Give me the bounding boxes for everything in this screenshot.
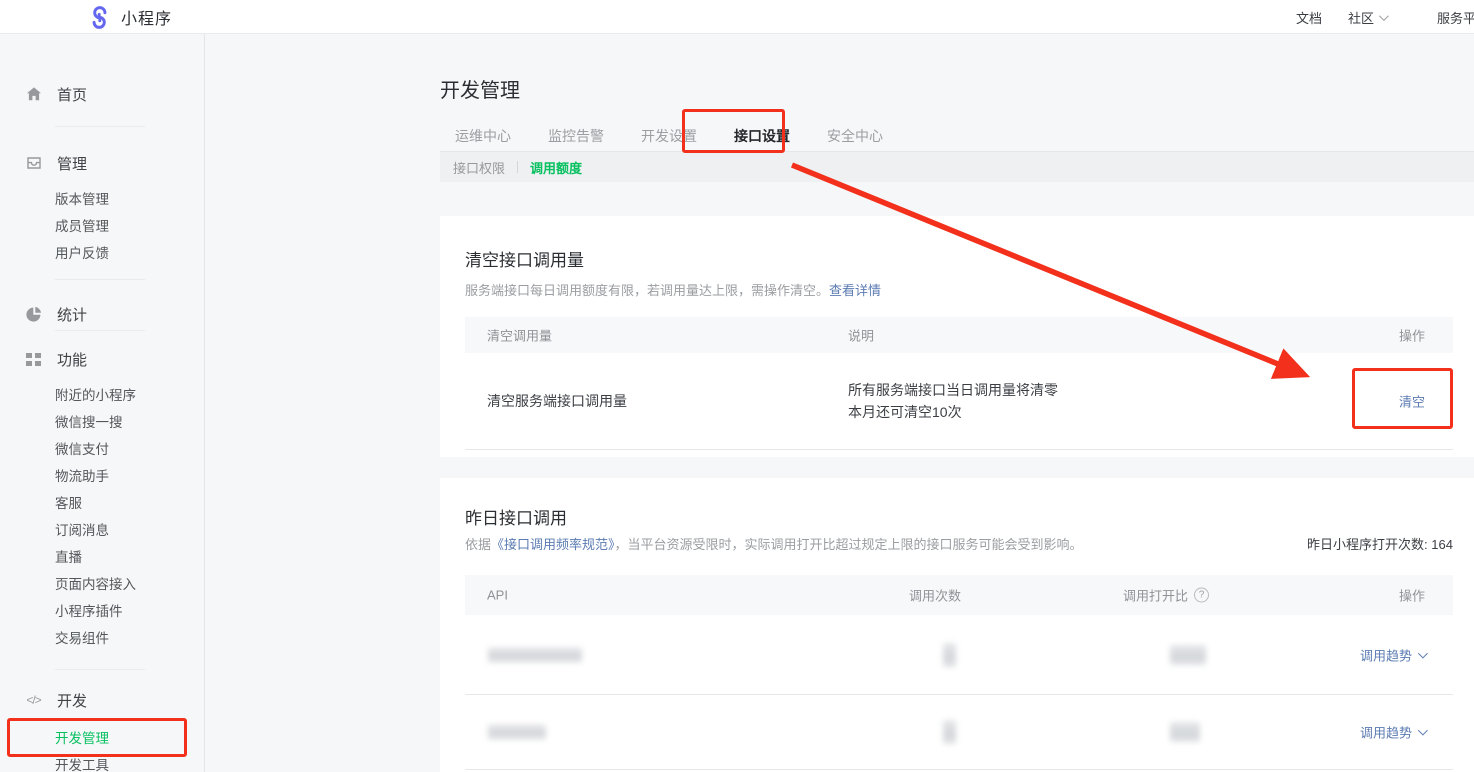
page-title: 开发管理 <box>440 74 520 103</box>
code-icon: </> <box>25 692 42 709</box>
sidebar-item-service[interactable]: 客服 <box>55 497 204 511</box>
subtab-bar: 接口权限 调用额度 <box>440 152 1474 182</box>
tab-api-settings[interactable]: 接口设置 <box>734 126 790 146</box>
sidebar: 首页 管理 版本管理 成员管理 用户反馈 <box>0 34 205 772</box>
sidebar-item-members[interactable]: 成员管理 <box>55 220 204 234</box>
sidebar-item-nearby[interactable]: 附近的小程序 <box>55 389 204 403</box>
sidebar-item-manage[interactable]: 管理 <box>0 153 204 173</box>
miniprogram-logo-icon <box>88 6 111 29</box>
clear-row-name: 清空服务端接口调用量 <box>487 391 627 411</box>
sidebar-item-home[interactable]: 首页 <box>0 84 204 104</box>
tray-icon <box>25 155 42 172</box>
col-call-count: 调用次数 <box>909 586 961 605</box>
clear-action-link[interactable]: 清空 <box>1399 392 1425 411</box>
sidebar-item-search[interactable]: 微信搜一搜 <box>55 416 204 430</box>
api-table-header: API 调用次数 调用打开比 ? 操作 <box>465 575 1453 615</box>
clear-table-header: 清空调用量 说明 操作 <box>465 317 1453 353</box>
grid-icon <box>25 351 42 368</box>
col-api: API <box>487 588 508 603</box>
tab-bar: 运维中心 监控告警 开发设置 接口设置 安全中心 <box>455 126 883 146</box>
subtab-call-quota[interactable]: 调用额度 <box>530 158 582 177</box>
sidebar-item-dev[interactable]: </> 开发 <box>0 690 204 710</box>
sidebar-item-trade[interactable]: 交易组件 <box>55 632 204 646</box>
section-desc-clear: 服务端接口每日调用额度有限，若调用量达上限，需操作清空。查看详情 <box>465 280 881 299</box>
table-row: 调用趋势 <box>465 615 1453 695</box>
app-logo[interactable]: 小程序 <box>88 5 172 29</box>
sidebar-features-list: 附近的小程序 微信搜一搜 微信支付 物流助手 客服 订阅消息 直播 页面内容接入… <box>55 389 204 646</box>
section-desc-yesterday: 依据《接口调用频率规范》，当平台资源受限时，实际调用打开比超过规定上限的接口服务… <box>465 534 1083 553</box>
sidebar-divider <box>55 669 145 670</box>
sidebar-item-dev-manage[interactable]: 开发管理 <box>55 732 204 746</box>
view-details-link[interactable]: 查看详情 <box>829 283 881 298</box>
sidebar-item-feedback[interactable]: 用户反馈 <box>55 247 204 261</box>
sidebar-item-features[interactable]: 功能 <box>0 349 204 369</box>
topnav-docs[interactable]: 文档 <box>1296 8 1322 27</box>
redacted-api-name <box>488 647 582 662</box>
col-description: 说明 <box>848 326 874 345</box>
chevron-down-icon <box>1379 11 1389 21</box>
call-trend-link[interactable]: 调用趋势 <box>1360 645 1425 664</box>
home-icon <box>25 86 42 103</box>
sidebar-item-pay[interactable]: 微信支付 <box>55 443 204 457</box>
table-row: 清空服务端接口调用量 所有服务端接口当日调用量将清零 本月还可清空10次 清空 <box>465 353 1453 450</box>
section-title-clear: 清空接口调用量 <box>465 246 584 271</box>
section-title-yesterday: 昨日接口调用 <box>465 504 567 529</box>
topnav-service[interactable]: 服务平 <box>1437 8 1474 27</box>
sidebar-item-subscribe[interactable]: 订阅消息 <box>55 524 204 538</box>
clear-row-desc: 所有服务端接口当日调用量将清零 本月还可清空10次 <box>848 379 1058 423</box>
open-count-value: 164 <box>1431 537 1453 552</box>
call-trend-link[interactable]: 调用趋势 <box>1360 723 1425 742</box>
help-icon[interactable]: ? <box>1194 588 1209 603</box>
sidebar-manage-list: 版本管理 成员管理 用户反馈 <box>55 193 204 261</box>
sidebar-item-dev-tools[interactable]: 开发工具 <box>55 759 204 772</box>
sidebar-item-page-content[interactable]: 页面内容接入 <box>55 578 204 592</box>
open-count-stat: 昨日小程序打开次数: 164 <box>1307 534 1453 553</box>
tab-security-center[interactable]: 安全中心 <box>827 126 883 146</box>
sidebar-item-logistics[interactable]: 物流助手 <box>55 470 204 484</box>
table-row: 调用趋势 <box>465 695 1453 770</box>
tab-dev-settings[interactable]: 开发设置 <box>641 126 697 146</box>
tab-monitor-alert[interactable]: 监控告警 <box>548 126 604 146</box>
col-clear-quota: 清空调用量 <box>487 326 552 345</box>
pie-chart-icon <box>25 306 42 323</box>
yesterday-calls-card: 昨日接口调用 依据《接口调用频率规范》，当平台资源受限时，实际调用打开比超过规定… <box>440 478 1474 772</box>
sidebar-divider <box>55 126 145 127</box>
clear-quota-card: 清空接口调用量 服务端接口每日调用额度有限，若调用量达上限，需操作清空。查看详情… <box>440 216 1474 457</box>
col-operation: 操作 <box>1399 586 1425 605</box>
sidebar-item-live[interactable]: 直播 <box>55 551 204 565</box>
sidebar-item-plugin[interactable]: 小程序插件 <box>55 605 204 619</box>
topnav-community[interactable]: 社区 <box>1348 8 1386 27</box>
top-bar: 小程序 文档 社区 服务平 <box>0 0 1474 34</box>
redacted-api-name <box>488 725 546 740</box>
chevron-down-icon <box>1418 726 1428 736</box>
sidebar-dev-list: 开发管理 开发工具 <box>55 732 204 772</box>
redacted-open-ratio <box>1170 722 1200 742</box>
redacted-call-count <box>943 643 956 667</box>
subtab-separator <box>517 161 518 173</box>
rate-spec-link[interactable]: 《接口调用频率规范》 <box>491 537 615 552</box>
subtab-api-permission[interactable]: 接口权限 <box>453 158 505 177</box>
sidebar-item-version[interactable]: 版本管理 <box>55 193 204 207</box>
redacted-open-ratio <box>1170 645 1206 665</box>
sidebar-divider <box>55 279 145 280</box>
tab-ops-center[interactable]: 运维中心 <box>455 126 511 146</box>
page: 小程序 文档 社区 服务平 首页 管理 <box>0 0 1474 772</box>
col-operation: 操作 <box>1399 326 1425 345</box>
sidebar-divider <box>55 330 145 331</box>
sidebar-item-stats[interactable]: 统计 <box>0 304 204 324</box>
col-open-ratio: 调用打开比 ? <box>1123 586 1209 605</box>
redacted-call-count <box>943 720 956 744</box>
logo-text: 小程序 <box>121 5 172 29</box>
chevron-down-icon <box>1418 648 1428 658</box>
